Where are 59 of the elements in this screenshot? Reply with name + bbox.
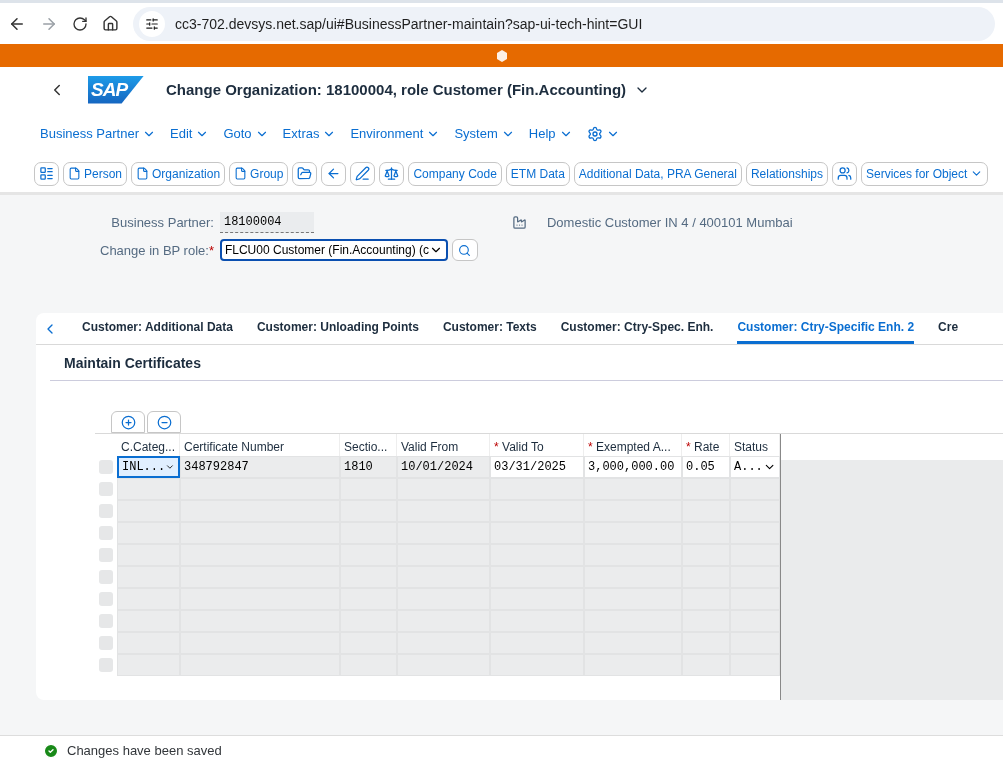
remove-row-icon[interactable]	[147, 411, 181, 433]
table-cell: 10/01/2024	[397, 456, 490, 478]
add-row-icon[interactable]	[111, 411, 145, 433]
toolbar-button[interactable]: Organization	[131, 161, 226, 186]
toolbar-button[interactable]: Relationships	[745, 161, 828, 186]
table-cell: 348792847	[180, 456, 340, 478]
bp-description: Domestic Customer IN 4 / 400101 Mumbai	[546, 215, 793, 230]
table-cell: 1810	[340, 456, 397, 478]
tab[interactable]: Customer: Additional Data	[82, 313, 233, 344]
toolbar-button[interactable]: Group	[229, 161, 289, 186]
menu-item[interactable]: Goto	[223, 126, 269, 141]
menu-item[interactable]: System	[454, 126, 515, 141]
table-cell[interactable]: 0.05	[682, 456, 730, 478]
home-icon[interactable]	[102, 15, 119, 32]
pen-icon[interactable]	[350, 161, 376, 186]
dropdown-cell[interactable]: INL...	[117, 456, 180, 478]
menu-item[interactable]: Business Partner	[40, 126, 156, 141]
settings-icon	[586, 125, 603, 142]
document-icon	[234, 167, 248, 180]
document-icon	[68, 167, 81, 180]
tab[interactable]: Customer: Unloading Points	[256, 313, 419, 344]
status-message: Changes have been saved	[67, 743, 222, 758]
toolbar-button[interactable]: Person	[63, 161, 128, 186]
list-icon[interactable]	[34, 161, 59, 186]
folder-icon[interactable]	[292, 161, 318, 186]
page-title[interactable]: Change Organization: 18100004, role Customer (Fin.Accounting)	[166, 81, 651, 98]
address-bar[interactable]: cc3-702.devsys.net.sap/ui#BusinessPartner-maintain?sap-ui-tech-hint=GUI	[133, 6, 995, 41]
dropdown-cell[interactable]: A...	[730, 456, 780, 478]
arrow-left-icon[interactable]	[321, 161, 347, 186]
factory-icon	[511, 215, 527, 230]
table-cell[interactable]: 3,000,000.00	[584, 456, 682, 478]
field-label: Business Partner:	[110, 215, 214, 230]
menu-item[interactable]: Environment	[350, 126, 441, 141]
tab[interactable]: Customer: Ctry-Spec. Enh.	[560, 313, 714, 344]
field-label: Change in BP role:*	[100, 242, 214, 258]
success-icon	[43, 742, 59, 759]
search-icon[interactable]	[451, 239, 478, 261]
tab[interactable]: Cre	[938, 313, 959, 344]
toolbar-button[interactable]: Company Code	[408, 161, 502, 186]
bp-number-field: 18100004	[219, 212, 314, 233]
menu-item[interactable]: Extras	[282, 126, 337, 141]
section-title: Maintain Certificates	[64, 354, 201, 371]
scale-icon[interactable]	[379, 161, 405, 186]
role-dropdown[interactable]: FLCU00 Customer (Fin.Accounting) (c	[219, 239, 448, 261]
site-settings-icon[interactable]	[139, 10, 165, 37]
people-icon[interactable]	[832, 161, 857, 186]
reload-icon[interactable]	[72, 15, 88, 32]
document-icon	[136, 167, 150, 180]
table-cell[interactable]: 03/31/2025	[490, 456, 584, 478]
toolbar-menu-button[interactable]: Services for Object	[861, 161, 989, 186]
toolbar-button[interactable]: ETM Data	[505, 161, 570, 186]
menu-item[interactable]: Edit	[170, 126, 210, 141]
menu-item[interactable]: Help	[528, 126, 573, 141]
settings-menu[interactable]	[586, 125, 620, 142]
cube-icon	[495, 49, 508, 62]
tab[interactable]: Customer: Texts	[442, 313, 537, 344]
logo: SAP	[88, 75, 144, 104]
toolbar-button[interactable]: Additional Data, PRA General	[573, 161, 742, 186]
tab[interactable]: Customer: Ctry-Specific Enh. 2	[737, 313, 915, 344]
